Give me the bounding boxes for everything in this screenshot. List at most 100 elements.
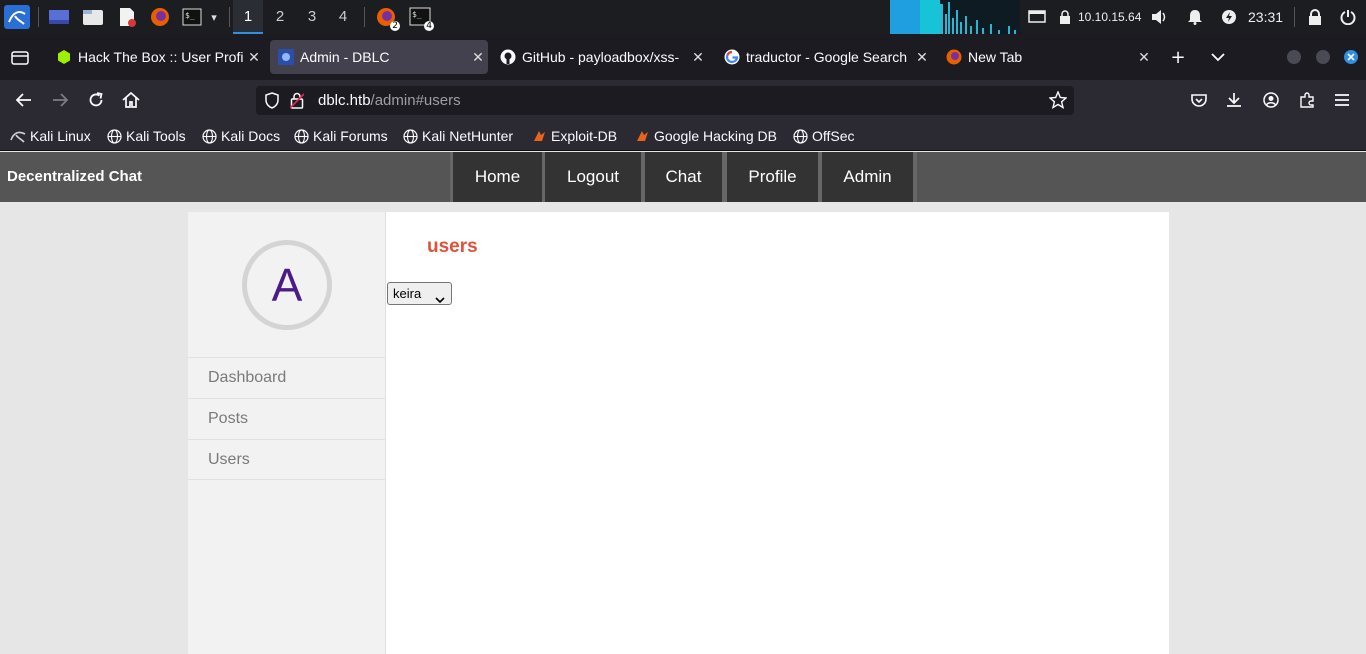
bookmark-kali-nethunter[interactable]: Kali NetHunter xyxy=(403,126,513,146)
nav-profile[interactable]: Profile xyxy=(727,152,818,202)
firefox-window-button[interactable]: 2 xyxy=(372,5,400,31)
dblc-icon xyxy=(278,49,294,65)
close-tab-icon[interactable]: ✕ xyxy=(688,49,708,66)
bookmark-google-hacking-db[interactable]: Google Hacking DB xyxy=(635,126,777,146)
sidebar-item-posts[interactable]: Posts xyxy=(188,398,386,439)
bookmarks-toolbar: Kali Linux Kali Tools Kali Docs Kali For… xyxy=(0,120,1366,151)
maximize-window-button[interactable] xyxy=(1316,50,1330,64)
site-brand[interactable]: Decentralized Chat xyxy=(7,168,142,185)
bookmark-label: Kali Linux xyxy=(30,128,91,144)
globe-icon xyxy=(107,128,122,144)
nav-logout[interactable]: Logout xyxy=(545,152,641,202)
volume-icon[interactable] xyxy=(1150,5,1170,29)
clock: 23:31 xyxy=(1248,9,1284,25)
file-manager-icon[interactable] xyxy=(81,5,105,29)
kali-menu-icon[interactable] xyxy=(4,5,30,29)
terminal-launcher-icon[interactable]: $_ xyxy=(180,5,204,29)
terminal-window-button[interactable]: $_ 4 xyxy=(406,5,434,31)
forward-arrow-icon[interactable] xyxy=(46,86,74,114)
new-tab-plus-icon[interactable]: + xyxy=(1163,40,1193,74)
pocket-icon[interactable] xyxy=(1185,86,1213,114)
browser-tab-strip: Hack The Box :: User Profi ✕ Admin - DBL… xyxy=(0,34,1366,80)
section-title: users xyxy=(427,236,478,257)
tab-hack-the-box[interactable]: Hack The Box :: User Profi ✕ xyxy=(48,40,264,74)
bookmark-label: Kali Docs xyxy=(221,128,281,144)
address-bar[interactable]: dblc.htb/admin#users xyxy=(256,86,1074,115)
minimize-window-button[interactable] xyxy=(1287,50,1301,64)
workspace-switcher-icon[interactable] xyxy=(47,5,71,29)
chevron-down-icon[interactable]: ▾ xyxy=(206,5,222,29)
workspace-1[interactable]: 1 xyxy=(233,0,263,34)
display-icon[interactable] xyxy=(1027,5,1047,29)
svg-text:$_: $_ xyxy=(185,11,195,20)
firefox-launcher-icon[interactable] xyxy=(148,5,172,29)
back-arrow-icon[interactable] xyxy=(10,86,38,114)
bookmark-kali-tools[interactable]: Kali Tools xyxy=(107,126,186,146)
url-text: dblc.htb/admin#users xyxy=(318,92,461,109)
close-tab-icon[interactable]: ✕ xyxy=(1134,49,1154,66)
bookmark-exploit-db[interactable]: Exploit-DB xyxy=(532,126,617,146)
sidebar-item-users[interactable]: Users xyxy=(188,439,386,480)
notifications-bell-icon[interactable] xyxy=(1185,5,1205,29)
url-host: dblc.htb xyxy=(318,92,371,109)
admin-sidebar: A Dashboard Posts Users xyxy=(188,212,386,654)
site-nav: Home Logout Chat Profile Admin xyxy=(450,152,917,202)
nav-chat[interactable]: Chat xyxy=(645,152,722,202)
list-all-tabs-chevron-icon[interactable] xyxy=(1203,40,1233,74)
power-status-icon[interactable] xyxy=(1219,5,1239,29)
exploit-db-icon xyxy=(635,129,650,143)
close-tab-icon[interactable]: ✕ xyxy=(244,49,264,66)
tab-title: Admin - DBLC xyxy=(300,49,390,65)
insecure-connection-lock-icon[interactable] xyxy=(289,92,305,113)
user-select-value: keira xyxy=(393,286,422,301)
terminal-window-count: 4 xyxy=(424,21,434,31)
vpn-lock-icon xyxy=(1057,5,1073,29)
hamburger-menu-icon[interactable] xyxy=(1328,86,1356,114)
cpu-usage-graph xyxy=(890,0,1020,34)
tracking-protection-shield-icon[interactable] xyxy=(264,92,280,113)
bookmark-kali-forums[interactable]: Kali Forums xyxy=(294,126,388,146)
bookmark-label: OffSec xyxy=(812,128,855,144)
text-editor-icon[interactable] xyxy=(115,5,139,29)
reload-icon[interactable] xyxy=(82,86,110,114)
globe-icon xyxy=(202,128,217,144)
tab-title: Hack The Box :: User Profi xyxy=(78,49,244,65)
close-window-button[interactable] xyxy=(1344,50,1358,64)
google-icon xyxy=(724,49,740,65)
globe-icon xyxy=(793,128,808,144)
globe-icon xyxy=(403,128,418,144)
site-header: Decentralized Chat Home Logout Chat Prof… xyxy=(0,152,1366,202)
tab-github[interactable]: GitHub - payloadbox/xss- ✕ xyxy=(492,40,708,74)
exploit-db-icon xyxy=(532,129,547,143)
home-icon[interactable] xyxy=(117,86,145,114)
firefox-window-count: 2 xyxy=(390,21,400,31)
nav-admin[interactable]: Admin xyxy=(822,152,913,202)
firefox-view-icon[interactable] xyxy=(5,40,35,74)
bookmark-offsec[interactable]: OffSec xyxy=(793,126,855,146)
extensions-puzzle-icon[interactable] xyxy=(1293,86,1321,114)
workspace-3[interactable]: 3 xyxy=(297,0,327,34)
nav-home[interactable]: Home xyxy=(453,152,542,202)
bookmark-kali-docs[interactable]: Kali Docs xyxy=(202,126,280,146)
url-path: /admin#users xyxy=(370,92,461,109)
user-select-dropdown[interactable]: keira xyxy=(387,282,452,305)
close-tab-icon[interactable]: ✕ xyxy=(912,49,932,66)
tab-google-search[interactable]: traductor - Google Search ✕ xyxy=(716,40,932,74)
avatar: A xyxy=(242,240,332,330)
workspace-2[interactable]: 2 xyxy=(265,0,295,34)
account-icon[interactable] xyxy=(1257,86,1285,114)
tab-admin-dblc[interactable]: Admin - DBLC ✕ xyxy=(270,40,488,74)
sidebar-item-dashboard[interactable]: Dashboard xyxy=(188,357,386,398)
workspace-4[interactable]: 4 xyxy=(328,0,358,34)
logout-icon[interactable] xyxy=(1338,5,1358,29)
bookmark-kali-linux[interactable]: Kali Linux xyxy=(10,126,91,146)
htb-icon xyxy=(56,49,72,65)
close-tab-icon[interactable]: ✕ xyxy=(468,49,488,66)
kali-dragon-icon xyxy=(10,129,26,143)
lock-screen-icon[interactable] xyxy=(1305,5,1325,29)
tab-title: New Tab xyxy=(968,49,1023,65)
bookmark-star-icon[interactable] xyxy=(1048,90,1068,113)
tab-new-tab[interactable]: New Tab ✕ xyxy=(938,40,1154,74)
downloads-icon[interactable] xyxy=(1220,86,1248,114)
firefox-icon xyxy=(946,49,962,65)
